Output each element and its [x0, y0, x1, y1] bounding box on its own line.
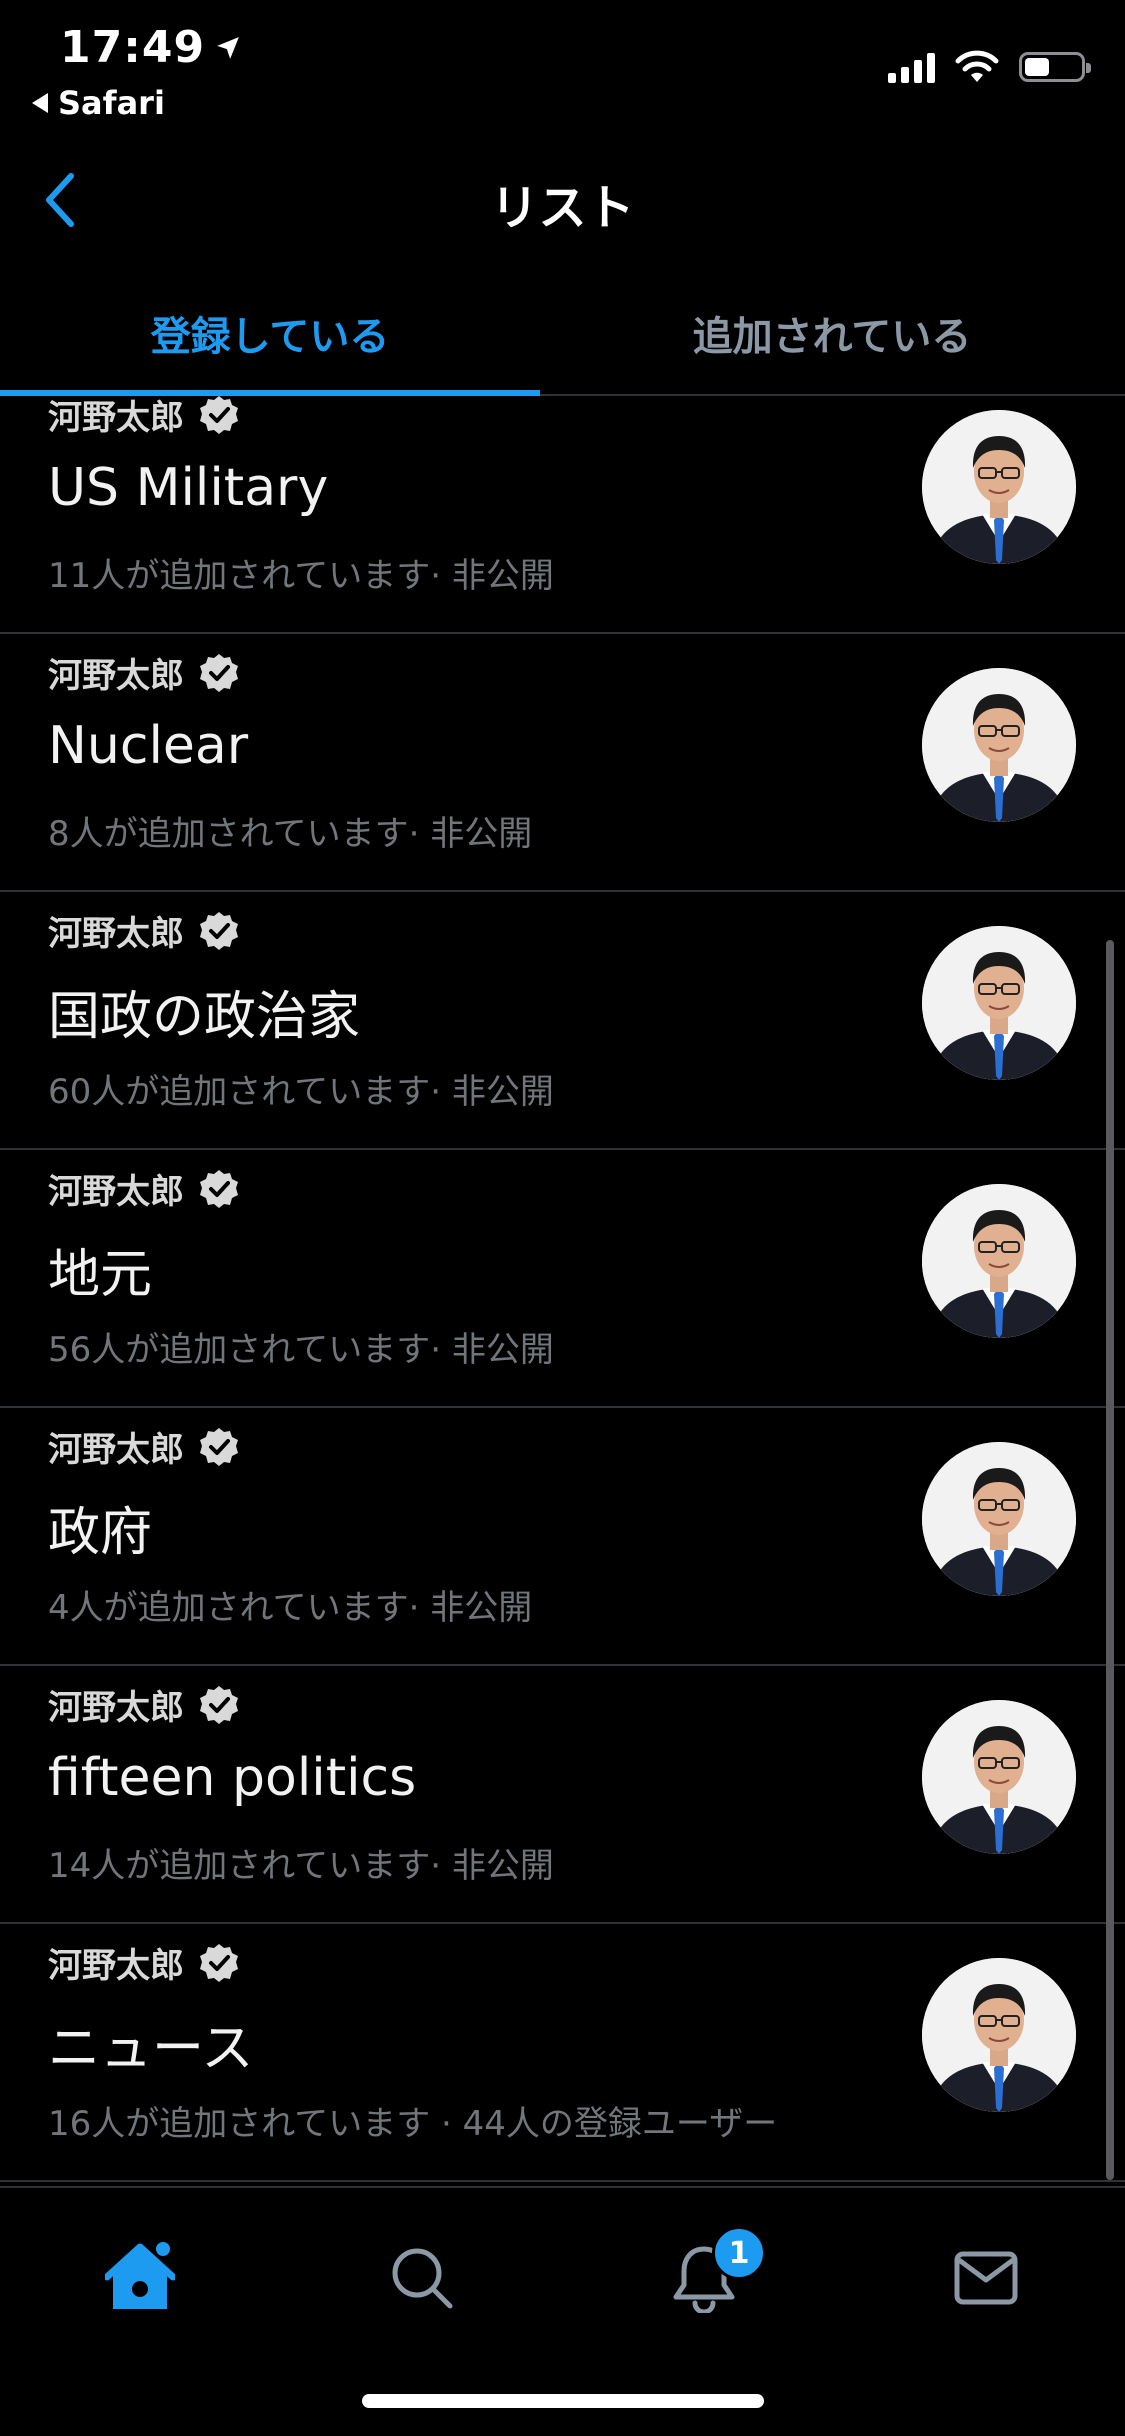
tab-home[interactable]	[90, 2228, 190, 2328]
list-owner-name: 河野太郎	[48, 1430, 184, 1470]
avatar-image	[922, 410, 1076, 564]
verified-badge-icon	[200, 653, 238, 692]
list-owner: 河野太郎	[48, 1422, 240, 1471]
list-owner-name: 河野太郎	[48, 1172, 184, 1212]
scrollbar[interactable]	[1106, 940, 1114, 2180]
battery-icon	[1019, 52, 1091, 82]
list-item[interactable]: 河野太郎 政府 4人が追加されています· 非公開	[0, 1408, 1125, 1666]
avatar	[922, 1184, 1076, 1338]
list-item[interactable]: 河野太郎 国政の政治家 60人が追加されています· 非公開	[0, 892, 1125, 1150]
battery-level	[1025, 58, 1050, 76]
home-icon	[105, 2242, 175, 2309]
list-item[interactable]: 河野太郎 fifteen politics 14人が追加されています· 非公開	[0, 1666, 1125, 1924]
avatar	[922, 1700, 1076, 1854]
list-item[interactable]: 河野太郎 地元 56人が追加されています· 非公開	[0, 1150, 1125, 1408]
list-owner: 河野太郎	[48, 1680, 240, 1729]
verified-badge-icon	[200, 1427, 238, 1466]
verified-badge-icon	[200, 911, 238, 950]
avatar-image	[922, 1958, 1076, 2112]
verified-badge-icon	[200, 1943, 238, 1982]
list-name: 地元	[48, 1245, 153, 1305]
list-owner: 河野太郎	[48, 390, 240, 439]
list-owner: 河野太郎	[48, 648, 240, 697]
list-item[interactable]: 河野太郎 Nuclear 8人が追加されています· 非公開	[0, 634, 1125, 892]
avatar-image	[922, 1700, 1076, 1854]
lists-container: 河野太郎 US Military 11人が追加されています· 非公開 河野太郎 …	[0, 395, 1125, 2182]
list-name: ニュース	[48, 2019, 254, 2079]
list-meta: 4人が追加されています· 非公開	[48, 1588, 533, 1628]
avatar	[922, 1958, 1076, 2112]
list-meta: 60人が追加されています· 非公開	[48, 1072, 554, 1112]
verified-badge-icon	[200, 1685, 238, 1724]
status-indicators	[888, 50, 1091, 84]
list-item[interactable]: 河野太郎 ニュース 16人が追加されています · 44人の登録ユーザー	[0, 1924, 1125, 2182]
status-bar: 17:49 Safari	[0, 0, 1125, 130]
cellular-signal-icon	[888, 51, 935, 83]
mail-icon	[954, 2251, 1018, 2305]
list-name: Nuclear	[48, 716, 249, 776]
tab-notifications[interactable]: 1	[654, 2226, 766, 2328]
list-meta: 8人が追加されています· 非公開	[48, 814, 533, 854]
list-name: US Military	[48, 458, 329, 518]
list-owner: 河野太郎	[48, 1164, 240, 1213]
list-name: 国政の政治家	[48, 987, 361, 1047]
back-to-safari-link[interactable]: Safari	[32, 84, 165, 122]
verified-badge-icon	[200, 1169, 238, 1208]
tab-member-of[interactable]: 追加されている	[562, 270, 1102, 396]
home-indicator	[362, 2394, 764, 2408]
tab-messages[interactable]	[936, 2228, 1036, 2328]
verified-badge-icon	[200, 395, 238, 434]
avatar-image	[922, 668, 1076, 822]
list-name: fifteen politics	[48, 1748, 417, 1808]
avatar-image	[922, 1442, 1076, 1596]
avatar-image	[922, 1184, 1076, 1338]
list-meta: 16人が追加されています · 44人の登録ユーザー	[48, 2104, 778, 2144]
avatar	[922, 410, 1076, 564]
list-owner-name: 河野太郎	[48, 914, 184, 954]
back-triangle-icon	[32, 93, 48, 113]
nav-bar: リスト	[0, 140, 1125, 260]
notification-badge: 1	[712, 2226, 766, 2280]
list-owner: 河野太郎	[48, 906, 240, 955]
list-owner-name: 河野太郎	[48, 656, 184, 696]
search-icon	[392, 2248, 453, 2309]
tab-search[interactable]	[372, 2228, 472, 2328]
list-meta: 11人が追加されています· 非公開	[48, 556, 554, 596]
avatar	[922, 1442, 1076, 1596]
avatar-image	[922, 926, 1076, 1080]
list-meta: 14人が追加されています· 非公開	[48, 1846, 554, 1886]
list-item[interactable]: 河野太郎 US Military 11人が追加されています· 非公開	[0, 395, 1125, 634]
tabs: 登録している 追加されている	[0, 270, 1125, 396]
back-app-label: Safari	[58, 84, 165, 122]
location-arrow-icon	[217, 36, 239, 59]
list-meta: 56人が追加されています· 非公開	[48, 1330, 554, 1370]
tab-subscribed[interactable]: 登録している	[0, 270, 540, 396]
avatar	[922, 926, 1076, 1080]
page-title: リスト	[490, 180, 635, 236]
wifi-icon	[955, 50, 999, 82]
list-owner-name: 河野太郎	[48, 1946, 184, 1986]
avatar	[922, 668, 1076, 822]
list-owner-name: 河野太郎	[48, 398, 184, 438]
status-time: 17:49	[60, 22, 241, 73]
time-label: 17:49	[60, 22, 206, 73]
list-owner-name: 河野太郎	[48, 1688, 184, 1728]
list-name: 政府	[48, 1503, 153, 1563]
list-owner: 河野太郎	[48, 1938, 240, 1987]
